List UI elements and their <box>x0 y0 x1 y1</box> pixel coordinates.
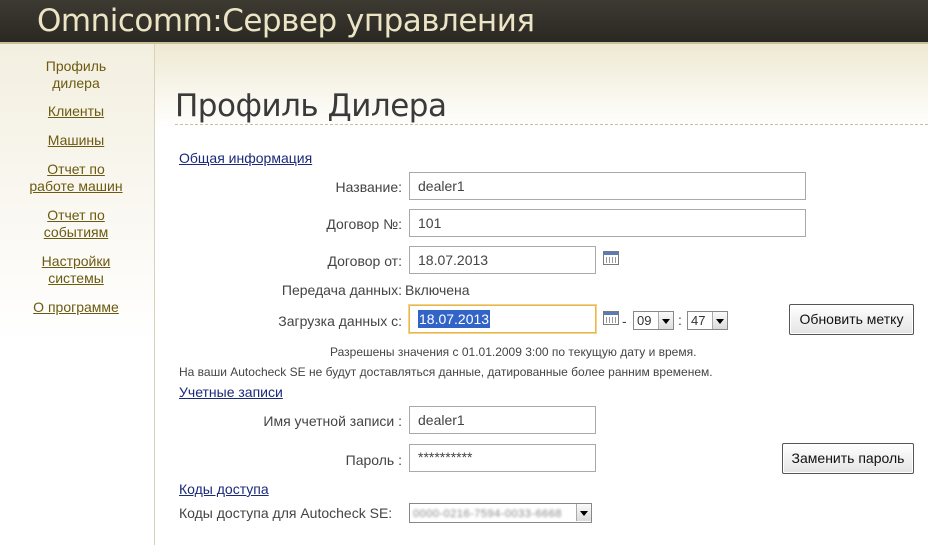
older-data-hint: На ваши Autocheck SE не будут доставлять… <box>179 365 713 379</box>
page-title: Профиль Дилера <box>175 88 447 124</box>
sidebar-item-label: Профиль дилера <box>45 58 107 91</box>
load-from-date-value: 18.07.2013 <box>418 310 491 328</box>
change-password-button[interactable]: Заменить пароль <box>782 443 914 474</box>
sidebar-item-events-report[interactable]: Отчет по событиям <box>0 207 152 241</box>
load-from-date-field[interactable]: 18.07.2013 <box>409 305 596 333</box>
minute-select[interactable]: 47 <box>687 311 728 330</box>
password-field-value: ********** <box>418 449 473 465</box>
sidebar-item-label: Настройки системы <box>41 253 111 286</box>
allowed-range-hint: Разрешены значения с 01.01.2009 3:00 по … <box>330 345 697 359</box>
time-separator-colon: : <box>678 312 682 328</box>
title-divider <box>175 124 928 125</box>
data-transfer-label: Передача данных: <box>281 282 402 298</box>
contract-no-field-value: 101 <box>418 215 442 231</box>
sidebar-item-system-settings[interactable]: Настройки системы <box>0 253 152 287</box>
name-label: Название: <box>335 179 402 195</box>
calendar-icon[interactable] <box>603 251 619 265</box>
contract-no-label: Договор №: <box>326 216 402 232</box>
minute-select-value: 47 <box>691 313 706 328</box>
sidebar-item-about[interactable]: О программе <box>0 299 152 316</box>
contract-no-field[interactable]: 101 <box>409 209 806 237</box>
login-label: Имя учетной записи : <box>263 413 402 429</box>
sidebar-item-clients[interactable]: Клиенты <box>0 103 152 120</box>
update-mark-button[interactable]: Обновить метку <box>789 304 914 335</box>
login-field[interactable]: dealer1 <box>409 406 596 434</box>
hour-select[interactable]: 09 <box>633 311 674 330</box>
access-codes-select[interactable]: 0000-0216-7594-0033-6668 <box>409 503 592 523</box>
calendar-icon[interactable] <box>603 311 619 325</box>
sidebar-item-machines[interactable]: Машины <box>0 132 152 149</box>
chevron-down-icon <box>712 312 727 329</box>
contract-date-field[interactable]: 18.07.2013 <box>409 246 596 274</box>
sidebar-item-dealer-profile[interactable]: Профиль дилера <box>0 58 152 92</box>
sidebar-item-label: Машины <box>47 132 105 148</box>
time-separator-dash: - <box>622 313 627 329</box>
general-info-link[interactable]: Общая информация <box>179 150 312 166</box>
access-codes-label: Коды доступа для Autocheck SE: <box>179 505 393 521</box>
sidebar-item-machine-report[interactable]: Отчет по работе машин <box>0 161 152 195</box>
login-field-value: dealer1 <box>418 412 465 428</box>
sidebar-item-label: Отчет по работе машин <box>29 161 123 194</box>
access-codes-value: 0000-0216-7594-0033-6668 <box>413 508 563 520</box>
contract-date-label: Договор от: <box>327 253 402 269</box>
hour-select-value: 09 <box>637 313 652 328</box>
access-codes-link[interactable]: Коды доступа <box>179 481 269 497</box>
load-from-label: Загрузка данных с: <box>278 313 402 329</box>
contract-date-field-value: 18.07.2013 <box>418 252 489 268</box>
app-header: Omnicomm:Сервер управления <box>0 0 928 44</box>
app-title: Omnicomm:Сервер управления <box>37 3 535 39</box>
sidebar-item-label: Отчет по событиям <box>43 207 109 240</box>
password-label: Пароль : <box>345 452 402 468</box>
data-transfer-value: Включена <box>405 282 470 298</box>
accounts-link[interactable]: Учетные записи <box>179 384 283 400</box>
chevron-down-icon <box>658 312 673 329</box>
password-field[interactable]: ********** <box>409 444 596 472</box>
name-field-value: dealer1 <box>418 178 465 194</box>
sidebar-item-label: Клиенты <box>47 103 105 119</box>
name-field[interactable]: dealer1 <box>409 172 806 200</box>
sidebar: Профиль дилера Клиенты Машины Отчет по р… <box>0 44 155 545</box>
sidebar-item-label: О программе <box>33 299 119 315</box>
chevron-down-icon <box>576 504 591 521</box>
